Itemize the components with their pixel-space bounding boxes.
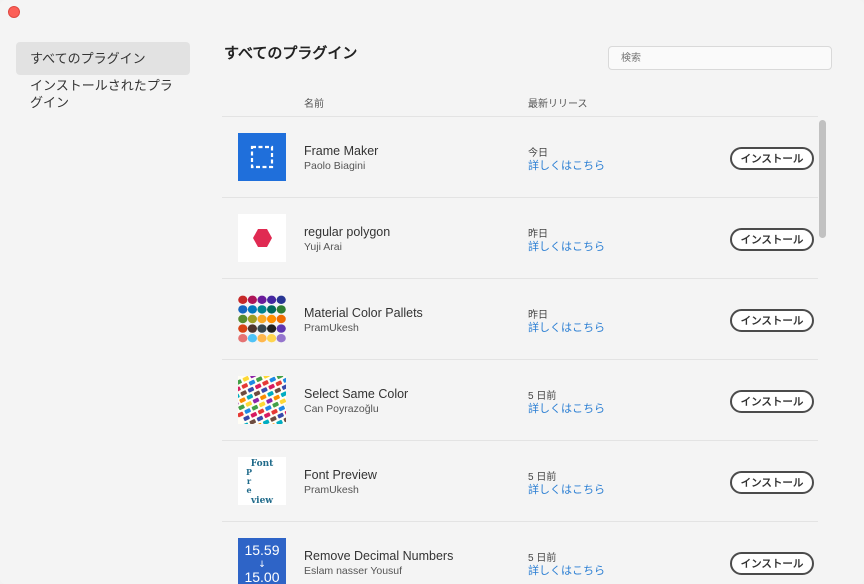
font-preview-icon: Font P r e view: [238, 457, 286, 505]
close-window-button[interactable]: [8, 6, 20, 18]
plugin-row: regular polygon Yuji Arai 昨日 詳しくはこちら インス…: [222, 197, 818, 278]
color-pallets-icon: [238, 295, 286, 343]
hexagon-icon: [238, 214, 286, 262]
plugin-author: Can Poyrazoğlu: [304, 403, 379, 415]
sidebar-item-installed-plugins[interactable]: インストールされたプラグイン: [16, 75, 190, 119]
scrollbar-thumb[interactable]: [819, 120, 826, 238]
install-button[interactable]: インストール: [730, 228, 814, 251]
sidebar: すべてのプラグイン インストールされたプラグイン: [16, 42, 190, 119]
learn-more-link[interactable]: 詳しくはこちら: [528, 238, 605, 254]
plugin-row: Frame Maker Paolo Biagini 今日 詳しくはこちら インス…: [222, 116, 818, 197]
install-button[interactable]: インストール: [730, 390, 814, 413]
plugin-row: Material Color Pallets PramUkesh 昨日 詳しくは…: [222, 278, 818, 359]
install-button[interactable]: インストール: [730, 552, 814, 575]
learn-more-link[interactable]: 詳しくはこちら: [528, 481, 605, 497]
plugin-author: PramUkesh: [304, 484, 359, 496]
install-button[interactable]: インストール: [730, 147, 814, 170]
plugin-row: Select Same Color Can Poyrazoğlu 5 日前 詳し…: [222, 359, 818, 440]
plugin-list-scrollbar[interactable]: [817, 116, 829, 584]
sidebar-item-all-plugins[interactable]: すべてのプラグイン: [16, 42, 190, 75]
remove-decimal-icon-text: 15.59: [244, 542, 279, 558]
column-header-release: 最新リリース: [528, 99, 588, 110]
font-preview-icon-text: Font: [251, 459, 274, 469]
plugin-name: Remove Decimal Numbers: [304, 549, 454, 563]
plugin-name: Select Same Color: [304, 387, 409, 401]
search-input[interactable]: [608, 46, 832, 70]
plugin-list: Frame Maker Paolo Biagini 今日 詳しくはこちら インス…: [222, 116, 818, 584]
font-preview-icon-text: e: [246, 485, 251, 495]
plugin-row: Font P r e view Font Preview PramUkesh 5…: [222, 440, 818, 521]
remove-decimal-icon-text: 15.00: [244, 569, 279, 584]
column-header-name: 名前: [304, 99, 324, 110]
plugin-author: Yuji Arai: [304, 241, 342, 253]
plugin-name: Font Preview: [304, 468, 377, 482]
plugin-row: 15.59 ↓ 15.00 Remove Decimal Numbers Esl…: [222, 521, 818, 584]
install-button[interactable]: インストール: [730, 309, 814, 332]
page-title: すべてのプラグイン: [224, 45, 358, 62]
plugin-name: regular polygon: [304, 225, 391, 239]
learn-more-link[interactable]: 詳しくはこちら: [528, 562, 605, 578]
install-button[interactable]: インストール: [730, 471, 814, 494]
font-preview-icon-text: view: [250, 496, 273, 505]
select-same-color-icon: [238, 376, 286, 424]
plugin-author: Eslam nasser Yousuf: [304, 565, 403, 577]
learn-more-link[interactable]: 詳しくはこちら: [528, 400, 605, 416]
plugin-name: Frame Maker: [304, 144, 379, 158]
plugin-name: Material Color Pallets: [304, 306, 423, 320]
plugin-author: PramUkesh: [304, 322, 359, 334]
learn-more-link[interactable]: 詳しくはこちら: [528, 319, 605, 335]
learn-more-link[interactable]: 詳しくはこちら: [528, 157, 605, 173]
frame-maker-icon: [238, 133, 286, 181]
plugin-manager-window: すべてのプラグイン インストールされたプラグイン すべてのプラグイン 名前 最新…: [0, 0, 864, 584]
remove-decimal-icon: 15.59 ↓ 15.00: [238, 538, 286, 584]
plugin-author: Paolo Biagini: [304, 160, 366, 172]
